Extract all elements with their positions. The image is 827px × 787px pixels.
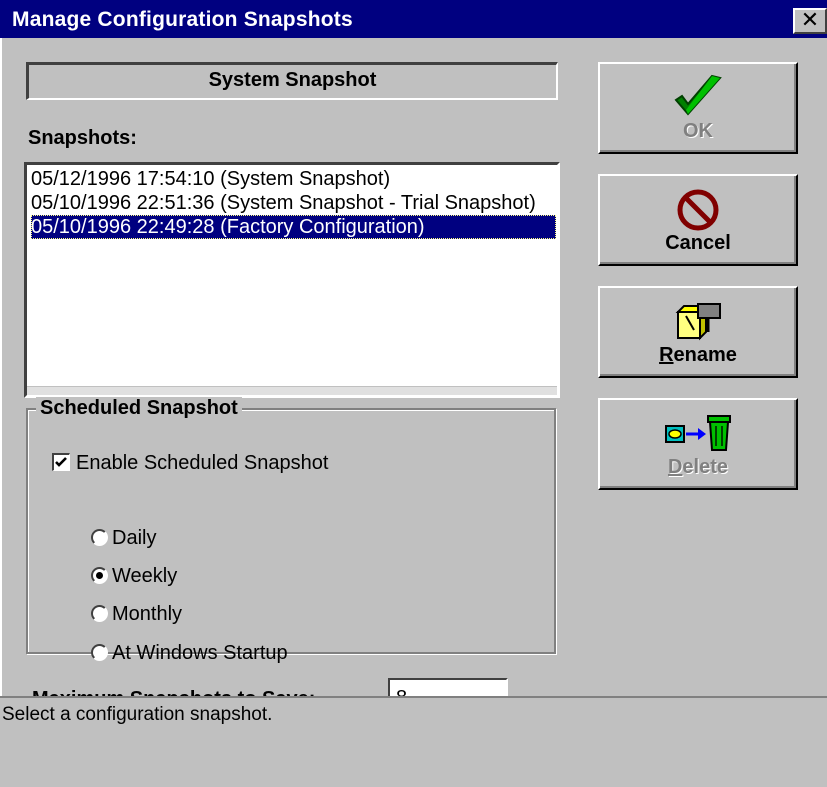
no-sign-icon (600, 186, 796, 231)
status-text: Select a configuration snapshot. (2, 704, 273, 725)
radio-weekly[interactable]: Weekly (91, 565, 177, 588)
close-icon: ✕ (800, 7, 820, 32)
radio-button[interactable] (91, 605, 108, 622)
list-item[interactable]: 05/10/1996 22:51:36 (System Snapshot - T… (31, 191, 556, 215)
checkmark-glyph-icon (55, 457, 67, 467)
status-bar: Select a configuration snapshot. (0, 696, 827, 787)
list-item-text: 05/10/1996 22:51:36 (System Snapshot - T… (31, 192, 536, 214)
radio-label: At Windows Startup (112, 642, 288, 664)
enable-scheduled-label: Enable Scheduled Snapshot (76, 452, 329, 474)
current-snapshot-box: System Snapshot (26, 62, 558, 100)
current-snapshot-label: System Snapshot (208, 69, 377, 91)
list-item-text: 05/12/1996 17:54:10 (System Snapshot) (31, 168, 391, 190)
cancel-button-label: Cancel (665, 232, 731, 254)
window-title: Manage Configuration Snapshots (12, 8, 353, 31)
ok-button-label: OK (683, 120, 713, 142)
ok-button[interactable]: OK (598, 62, 798, 154)
delete-button-label: Delete (667, 456, 729, 478)
title-bar: Manage Configuration Snapshots ✕ (0, 0, 827, 38)
group-legend: Scheduled Snapshot (36, 397, 242, 420)
delete-button[interactable]: Delete (598, 398, 798, 490)
dialog-body: System Snapshot Snapshots: 05/12/1996 17… (0, 38, 827, 787)
radio-button[interactable] (91, 529, 108, 546)
close-button[interactable]: ✕ (793, 8, 827, 34)
rename-button-label: Rename (659, 344, 737, 366)
radio-label: Daily (112, 527, 157, 549)
radio-windows-startup[interactable]: At Windows Startup (91, 642, 288, 665)
list-item[interactable]: 05/12/1996 17:54:10 (System Snapshot) (31, 167, 556, 191)
horizontal-scrollbar[interactable] (27, 386, 557, 395)
list-item-text: 05/10/1996 22:49:28 (Factory Configurati… (31, 216, 425, 238)
radio-dot-icon (96, 572, 103, 579)
radio-monthly[interactable]: Monthly (91, 603, 182, 626)
enable-scheduled-checkbox[interactable] (52, 453, 70, 471)
radio-button[interactable] (91, 644, 108, 661)
radio-label: Weekly (112, 565, 178, 587)
rename-button[interactable]: Rename (598, 286, 798, 378)
trash-icon (600, 410, 796, 454)
radio-daily[interactable]: Daily (91, 527, 156, 550)
list-item-selected[interactable]: 05/10/1996 22:49:28 (Factory Configurati… (31, 215, 556, 239)
radio-button[interactable] (91, 567, 108, 584)
cancel-button[interactable]: Cancel (598, 174, 798, 266)
radio-label: Monthly (112, 603, 183, 625)
enable-scheduled-checkbox-row[interactable]: Enable Scheduled Snapshot (52, 452, 328, 475)
snapshots-label: Snapshots: (28, 127, 137, 149)
snapshot-list[interactable]: 05/12/1996 17:54:10 (System Snapshot) 05… (24, 162, 560, 398)
checkmark-icon (600, 74, 796, 118)
scheduled-snapshot-group: Scheduled Snapshot Enable Scheduled Snap… (26, 397, 556, 664)
rename-icon (600, 298, 796, 342)
